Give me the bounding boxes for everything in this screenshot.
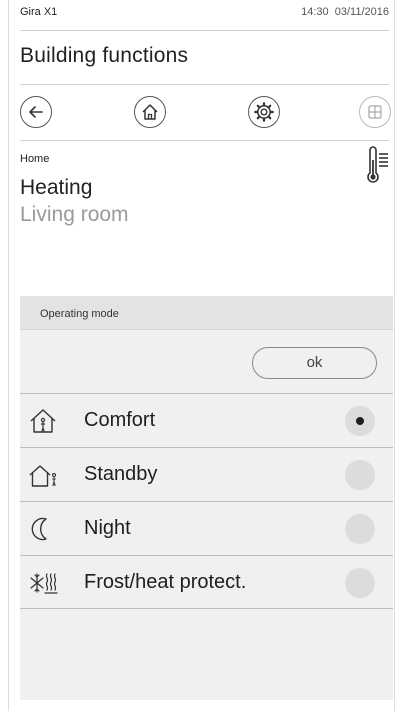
option-comfort[interactable]: Comfort [20,393,393,447]
date: 03/11/2016 [334,6,389,18]
radio-button[interactable] [345,514,375,544]
ok-button[interactable]: ok [252,347,377,379]
clock: 14:30 03/11/2016 [301,6,389,24]
moon-icon [31,517,47,541]
operating-mode-panel: Operating mode ok Comfort Standby Night [20,296,393,700]
frame-line-left [8,0,9,711]
grid-icon [368,105,382,119]
house-person-icon [30,409,56,433]
panel-header: Operating mode [20,296,393,330]
room-name: Living room [20,203,129,226]
frame-line-right [394,0,395,711]
device-name: Gira X1 [20,6,58,18]
radio-button[interactable] [345,460,375,490]
radio-selected-dot [356,417,364,425]
status-bar: Gira X1 14:30 03/11/2016 [20,6,389,24]
settings-button[interactable] [248,96,280,128]
option-label: Night [84,517,131,539]
time: 14:30 [301,6,329,18]
option-frost-heat-protect[interactable]: Frost/heat protect. [20,555,393,609]
arrow-left-icon [29,106,43,118]
thermometer-icon [367,146,388,183]
breadcrumb: Home [20,153,50,165]
page-title: Building functions [20,44,189,67]
option-label: Comfort [84,409,156,431]
option-night[interactable]: Night [20,501,393,555]
radio-button[interactable] [345,406,375,436]
home-button[interactable] [134,96,166,128]
panel-header-label: Operating mode [40,308,119,320]
grid-button[interactable] [359,96,391,128]
divider [20,140,389,141]
gear-icon [254,102,274,122]
house-walking-person-icon [29,465,57,487]
nav-bar [20,96,391,130]
house-icon [142,104,158,120]
option-label: Frost/heat protect. [84,571,247,593]
divider [20,84,389,85]
option-label: Standby [84,463,158,485]
back-button[interactable] [20,96,52,128]
option-standby[interactable]: Standby [20,447,393,501]
function-type: Heating [20,176,93,199]
radio-button[interactable] [345,568,375,598]
divider [20,30,389,31]
frost-heat-icon [30,573,58,594]
